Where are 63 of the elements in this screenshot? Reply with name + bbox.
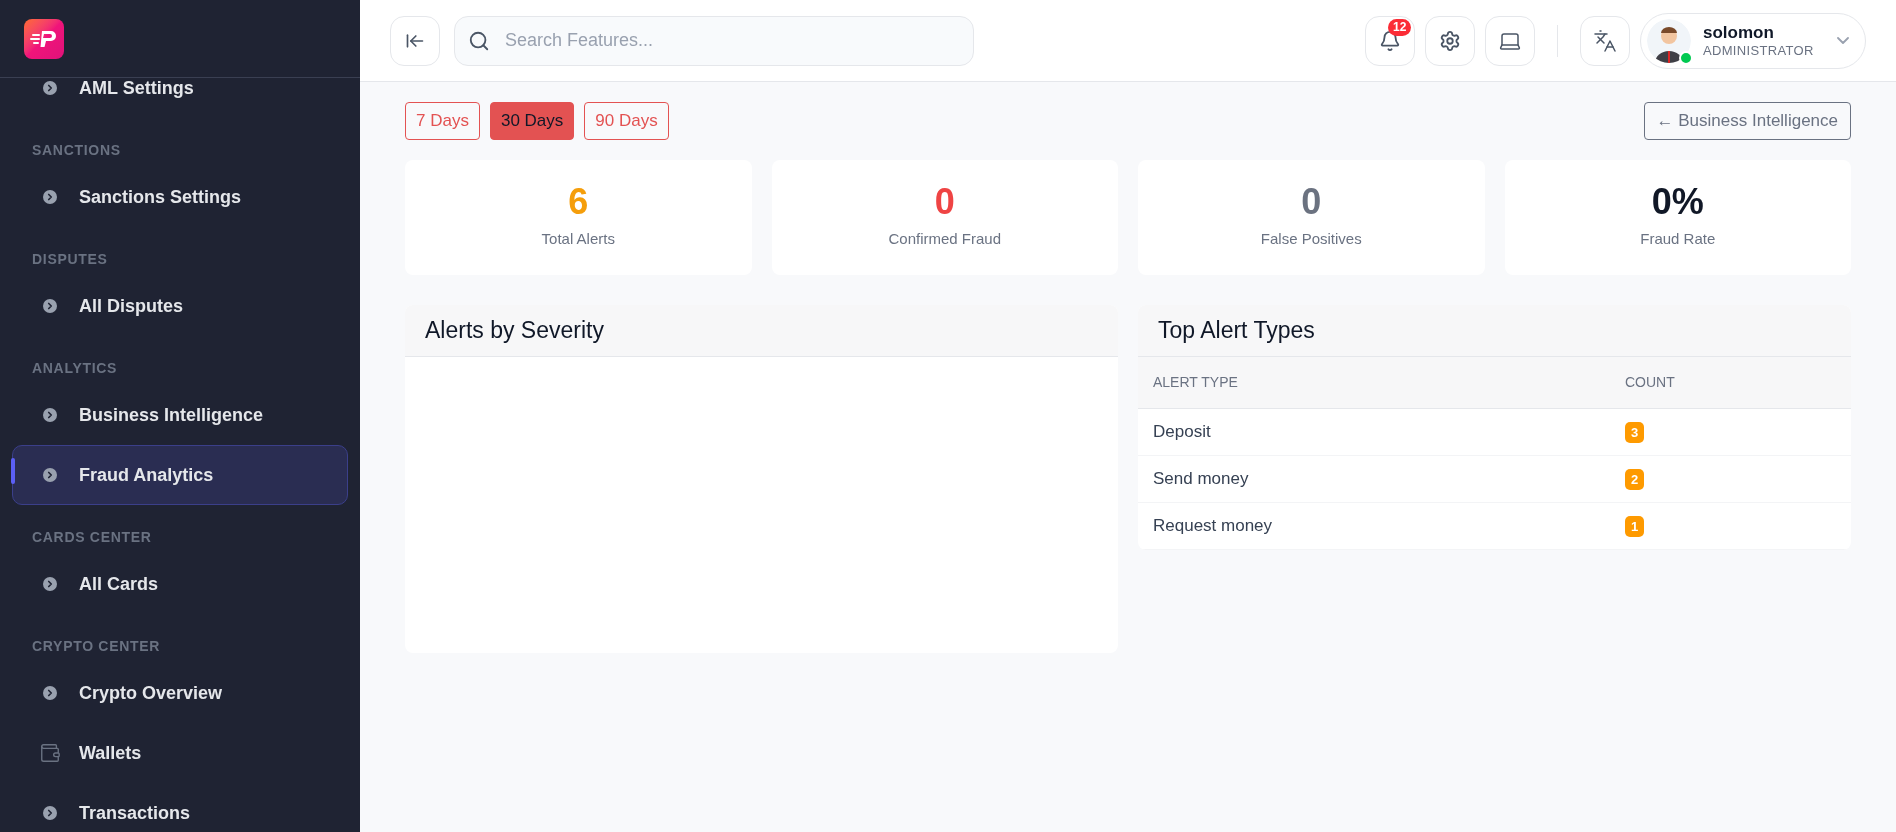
- translate-icon: [1593, 28, 1617, 53]
- notifications-button[interactable]: 12: [1365, 15, 1415, 66]
- panel-title: Top Alert Types: [1158, 316, 1315, 346]
- sidebar-item[interactable]: Sanctions Settings: [12, 167, 348, 227]
- settings-icon: [1439, 29, 1461, 52]
- count-badge: 3: [1625, 421, 1645, 443]
- section-heading: SANCTIONS: [31, 141, 122, 160]
- chevron-icon: [43, 81, 57, 95]
- table-cell-text: Request money: [1153, 515, 1274, 538]
- sidebar-item[interactable]: Transactions: [12, 783, 348, 832]
- language-button[interactable]: [1580, 15, 1630, 66]
- user-name: solomon: [1703, 21, 1774, 43]
- chevron-icon: [43, 299, 57, 313]
- logo[interactable]: [24, 18, 64, 59]
- table-cell-text: Deposit: [1153, 421, 1212, 444]
- section-heading: CARDS CENTER: [31, 528, 153, 547]
- chevron-icon: [43, 408, 57, 422]
- section-heading: CRYPTO CENTER: [31, 637, 162, 656]
- sidebar-item[interactable]: All Disputes: [12, 276, 348, 336]
- stat-value: 0: [1301, 184, 1322, 221]
- section-heading: DISPUTES: [31, 250, 109, 269]
- column-header: COUNT: [1625, 373, 1675, 392]
- stat-label: Confirmed Fraud: [888, 229, 1001, 250]
- sidebar-item[interactable]: Crypto Overview: [12, 663, 348, 723]
- stat-value: 0: [934, 184, 955, 221]
- chevron-icon: [43, 577, 57, 591]
- table-cell-text: Send money: [1153, 468, 1250, 491]
- active-indicator: [11, 458, 15, 484]
- settings-button[interactable]: [1425, 15, 1475, 66]
- chevron-icon: [43, 686, 57, 700]
- count-badge: 2: [1625, 468, 1645, 490]
- search-field[interactable]: Search Features...: [454, 15, 974, 66]
- period-filter-button[interactable]: 30 Days: [489, 102, 575, 140]
- panel-title: Alerts by Severity: [425, 316, 604, 346]
- column-header: ALERT TYPE: [1153, 373, 1239, 392]
- avatar: [1647, 18, 1691, 63]
- stat-label: False Positives: [1260, 229, 1362, 250]
- count-badge: 1: [1625, 515, 1645, 537]
- chevron-icon: [43, 468, 57, 482]
- chevron-icon: [43, 190, 57, 204]
- back-button[interactable]: ← Business Intelligence: [1643, 102, 1851, 140]
- period-filter-button[interactable]: 7 Days: [405, 102, 480, 140]
- sidebar-item[interactable]: Business Intelligence: [12, 385, 348, 445]
- stat-value: 6: [568, 184, 589, 221]
- sidebar-item[interactable]: AML Settings: [12, 78, 348, 118]
- notification-count: 12: [1388, 18, 1412, 36]
- wallet-icon: [39, 742, 61, 764]
- sidebar-item[interactable]: Fraud Analytics: [12, 445, 348, 505]
- period-filter-button[interactable]: 90 Days: [584, 102, 669, 140]
- screen-button[interactable]: [1485, 15, 1535, 66]
- bell-icon: [1379, 29, 1401, 52]
- stat-label: Total Alerts: [541, 229, 615, 250]
- sidebar-item[interactable]: Wallets: [12, 723, 348, 783]
- chevron-icon: [43, 806, 57, 820]
- sidebar-item[interactable]: All Cards: [12, 554, 348, 614]
- user-menu[interactable]: solomon ADMINISTRATOR: [1640, 12, 1866, 69]
- stat-value: 0%: [1651, 184, 1704, 221]
- section-heading: ANALYTICS: [31, 359, 119, 378]
- collapse-sidebar-button[interactable]: [390, 15, 440, 66]
- search-icon: [468, 29, 490, 52]
- chevron-down-icon: [1837, 37, 1849, 44]
- stat-label: Fraud Rate: [1640, 229, 1716, 250]
- user-role: ADMINISTRATOR: [1703, 43, 1814, 60]
